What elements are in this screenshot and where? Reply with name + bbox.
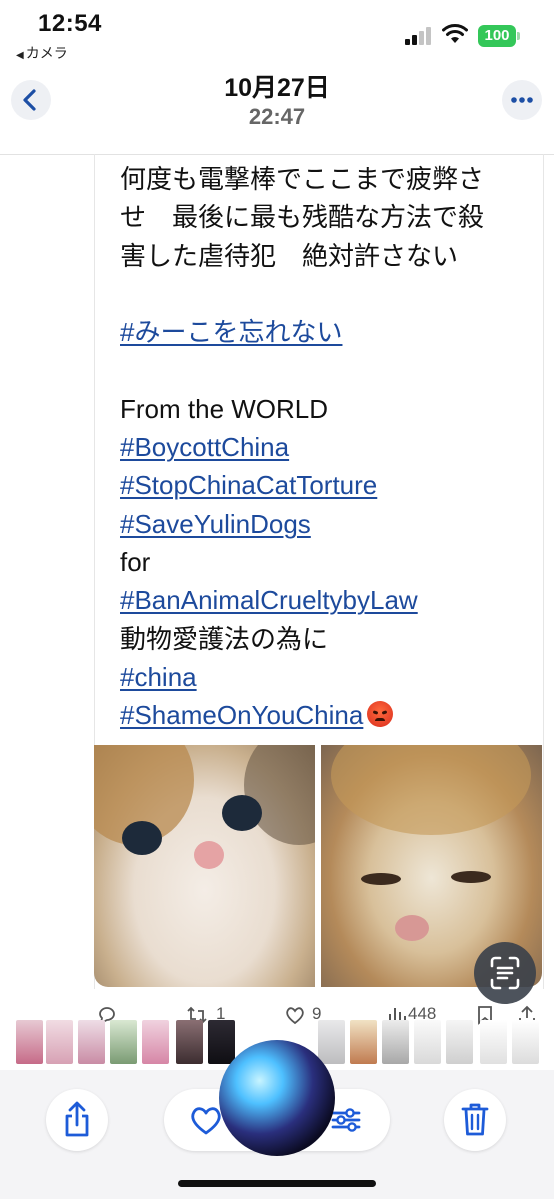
battery-tip xyxy=(517,32,520,40)
delete-button[interactable] xyxy=(444,1089,506,1151)
thumbnail[interactable] xyxy=(208,1020,235,1064)
hashtag-link[interactable]: #StopChinaCatTorture xyxy=(120,470,377,500)
back-triangle-icon: ◀ xyxy=(16,50,24,61)
tweet-line: #BoycottChina xyxy=(120,428,520,466)
hashtag-link[interactable]: #china xyxy=(120,662,197,692)
thumbnail[interactable] xyxy=(382,1020,409,1064)
thumbnail[interactable] xyxy=(414,1020,441,1064)
thumbnail[interactable] xyxy=(46,1020,73,1064)
heart-icon[interactable] xyxy=(188,1103,224,1137)
back-app-label: カメラ xyxy=(25,45,68,61)
thumbnail[interactable] xyxy=(446,1020,473,1064)
wifi-icon xyxy=(442,24,468,43)
thumbnail[interactable] xyxy=(78,1020,105,1064)
angry-face-emoji xyxy=(367,701,394,728)
share-button[interactable] xyxy=(46,1089,108,1151)
tweet-line: #BanAnimalCrueltybyLaw xyxy=(120,581,520,619)
thumbnail[interactable] xyxy=(176,1020,203,1064)
tweet-line: for xyxy=(120,546,151,577)
tweet-line: #StopChinaCatTorture xyxy=(120,466,520,504)
live-text-button[interactable] xyxy=(474,942,536,1004)
tweet-line: 動物愛護法の為に xyxy=(120,623,329,654)
tweet-line: #china xyxy=(120,658,520,696)
battery-indicator: 100 xyxy=(478,25,516,47)
thumbnail[interactable] xyxy=(318,1020,345,1064)
tweet-line: せ 最後に最も残酷な方法で殺 xyxy=(120,202,485,233)
trash-icon xyxy=(461,1103,489,1136)
hashtag-link[interactable]: #SaveYulinDogs xyxy=(120,509,311,539)
thumbnail[interactable] xyxy=(16,1020,43,1064)
thumbnail[interactable] xyxy=(350,1020,377,1064)
share-icon xyxy=(65,1101,89,1137)
photo-time: 22:47 xyxy=(248,104,306,129)
status-bar: 12:54 ◀ カメラ 100 xyxy=(0,0,554,70)
more-options-button[interactable] xyxy=(502,80,542,120)
thumbnail[interactable] xyxy=(512,1020,539,1064)
tweet-text: 何度も電撃棒でここまで疲弊さ せ 最後に最も残酷な方法で殺 害した虐待犯 絶対許… xyxy=(120,160,520,734)
tweet-line: #みーこを忘れない xyxy=(120,313,520,351)
tweet-line xyxy=(120,275,520,313)
status-time: 12:54 xyxy=(38,10,102,37)
cellular-signal-icon xyxy=(405,27,433,45)
thumbnail[interactable] xyxy=(480,1020,507,1064)
tweet-line xyxy=(120,351,520,389)
live-text-icon xyxy=(490,956,520,990)
thumbnail[interactable] xyxy=(142,1020,169,1064)
tweet-line: 害した虐待犯 絶対許さない xyxy=(120,240,459,271)
hashtag-link[interactable]: #ShameOnYouChina xyxy=(120,700,363,730)
tweet-line: #ShameOnYouChina xyxy=(120,696,520,734)
tweet-line: #SaveYulinDogs xyxy=(120,505,520,543)
kitten-photo xyxy=(94,745,315,987)
siri-orb[interactable] xyxy=(219,1040,335,1156)
thumbnail[interactable] xyxy=(110,1020,137,1064)
home-indicator[interactable] xyxy=(178,1180,376,1187)
hashtag-link[interactable]: #みーこを忘れない xyxy=(120,317,342,347)
photo-date: 10月27日 xyxy=(224,74,330,102)
back-to-app-link[interactable]: ◀ カメラ xyxy=(16,43,68,63)
ellipsis-icon xyxy=(511,97,533,103)
tweet-line: 何度も電撃棒でここまで疲弊さ xyxy=(120,164,485,194)
tweet-line: From the WORLD xyxy=(120,393,329,424)
hashtag-link[interactable]: #BanAnimalCrueltybyLaw xyxy=(120,585,418,615)
hashtag-link[interactable]: #BoycottChina xyxy=(120,432,289,462)
